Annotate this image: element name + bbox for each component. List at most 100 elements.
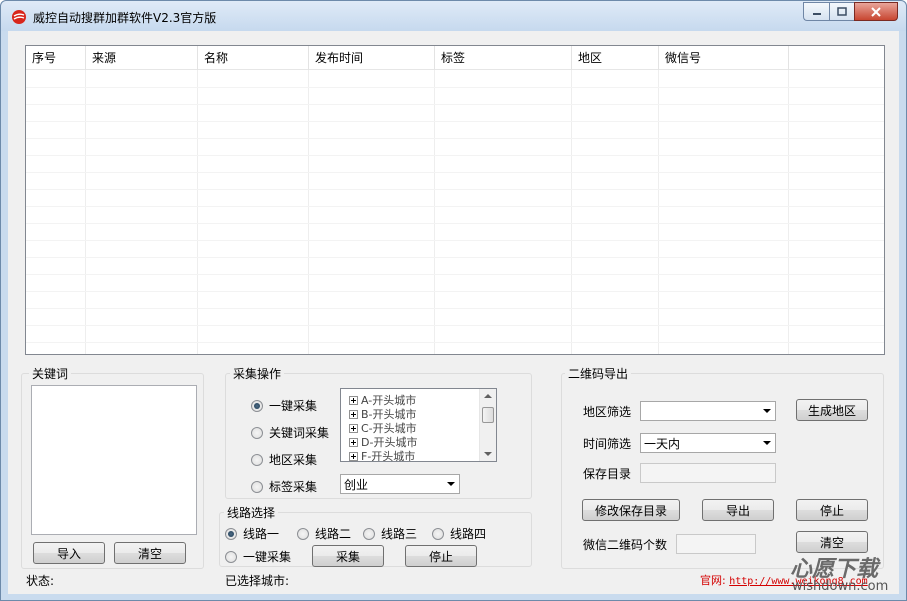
keywords-clear-button[interactable]: 清空	[114, 542, 186, 564]
column-header-publish-time[interactable]: 发布时间	[309, 46, 435, 70]
table-row-line	[26, 172, 884, 173]
table-column-line	[434, 70, 435, 354]
tree-scrollbar[interactable]	[479, 389, 496, 461]
column-header-tag[interactable]: 标签	[435, 46, 572, 70]
table-row-line	[26, 138, 884, 139]
chevron-down-icon	[447, 482, 455, 486]
time-filter-value: 一天内	[644, 436, 681, 451]
route-stop-button[interactable]: 停止	[405, 545, 477, 567]
official-site-label: 官网:	[700, 574, 726, 587]
radio-route-3[interactable]: 线路三	[363, 525, 417, 542]
city-tree[interactable]: A-开头城市 B-开头城市 C-开头城市 D-开头城市 F-开头城市	[340, 388, 497, 462]
region-filter-label: 地区筛选	[583, 405, 632, 419]
table-row-line	[26, 189, 884, 190]
chevron-down-icon	[763, 409, 771, 413]
expand-plus-icon[interactable]	[349, 409, 358, 419]
expand-plus-icon[interactable]	[349, 423, 358, 433]
collect-button[interactable]: 采集	[312, 545, 384, 567]
app-window: 威控自动搜群加群软件V2.3官方版 序号 来源 名称 发布时间 标签 地区 微信	[0, 0, 907, 601]
selected-city-label: 已选择城市:	[225, 574, 290, 588]
time-filter-select[interactable]: 一天内	[640, 433, 776, 453]
watermark-logo: 心愿下载 wishdown.com	[790, 551, 894, 597]
column-header-index[interactable]: 序号	[26, 46, 86, 70]
radio-label: 地区采集	[269, 453, 318, 467]
maximize-icon	[837, 7, 847, 16]
radio-label: 关键词采集	[269, 426, 330, 440]
table-row-line	[26, 121, 884, 122]
radio-icon	[225, 550, 237, 563]
client-area: 序号 来源 名称 发布时间 标签 地区 微信号 关键词 导入 清空 采集操作 一…	[8, 31, 899, 594]
radio-label: 线路一	[243, 527, 280, 541]
expand-plus-icon[interactable]	[349, 437, 358, 447]
table-row-line	[26, 223, 884, 224]
radio-label: 一键采集	[243, 550, 292, 564]
expand-plus-icon[interactable]	[349, 395, 358, 405]
keywords-group-label: 关键词	[29, 365, 72, 382]
table-header: 序号 来源 名称 发布时间 标签 地区 微信号	[26, 46, 884, 70]
table-row-line	[26, 342, 884, 343]
column-header-region[interactable]: 地区	[572, 46, 659, 70]
save-dir-field	[640, 463, 776, 483]
scroll-down-icon[interactable]	[484, 452, 492, 456]
tag-select-value: 创业	[344, 477, 369, 492]
radio-route-1[interactable]: 线路一	[225, 525, 279, 542]
radio-tag-collect[interactable]: 标签采集	[251, 478, 317, 495]
collect-group-label: 采集操作	[230, 365, 285, 382]
table-row-line	[26, 206, 884, 207]
export-button[interactable]: 导出	[702, 499, 774, 521]
table-row-line	[26, 308, 884, 309]
table-row-line	[26, 291, 884, 292]
column-header-wechat-id[interactable]: 微信号	[659, 46, 789, 70]
window-controls	[803, 2, 898, 21]
radio-route-4[interactable]: 线路四	[432, 525, 486, 542]
radio-region-collect[interactable]: 地区采集	[251, 451, 317, 468]
generate-region-button[interactable]: 生成地区	[796, 399, 868, 421]
minimize-button[interactable]	[803, 2, 829, 21]
close-button[interactable]	[854, 2, 898, 21]
table-row-line	[26, 257, 884, 258]
table-row-line	[26, 87, 884, 88]
qr-count-label: 微信二维码个数	[583, 538, 668, 552]
keywords-textarea[interactable]	[31, 385, 197, 535]
column-header-filler	[789, 46, 884, 70]
table-column-line	[85, 70, 86, 354]
qr-clear-button[interactable]: 清空	[796, 531, 868, 553]
table-column-line	[197, 70, 198, 354]
radio-keyword-collect[interactable]: 关键词采集	[251, 424, 329, 441]
qr-stop-button[interactable]: 停止	[796, 499, 868, 521]
radio-route-one-click[interactable]: 一键采集	[225, 548, 291, 565]
radio-icon	[251, 453, 263, 466]
tag-select[interactable]: 创业	[340, 474, 460, 494]
column-header-source[interactable]: 来源	[86, 46, 198, 70]
radio-label: 线路三	[381, 527, 418, 541]
import-button[interactable]: 导入	[33, 542, 105, 564]
qr-count-field	[676, 534, 756, 554]
table-column-line	[571, 70, 572, 354]
modify-save-dir-button[interactable]: 修改保存目录	[582, 499, 680, 521]
radio-icon	[297, 527, 309, 540]
radio-label: 一键采集	[269, 399, 318, 413]
table-row-line	[26, 240, 884, 241]
scroll-thumb[interactable]	[482, 407, 494, 423]
status-label: 状态:	[26, 574, 55, 588]
save-dir-label: 保存目录	[583, 467, 632, 481]
maximize-button[interactable]	[829, 2, 854, 21]
radio-one-click-collect[interactable]: 一键采集	[251, 397, 317, 414]
result-table[interactable]: 序号 来源 名称 发布时间 标签 地区 微信号	[25, 45, 885, 355]
radio-route-2[interactable]: 线路二	[297, 525, 351, 542]
column-header-name[interactable]: 名称	[198, 46, 309, 70]
table-row-line	[26, 104, 884, 105]
scroll-up-icon[interactable]	[484, 394, 492, 398]
radio-selected-icon	[225, 527, 237, 540]
table-row-line	[26, 274, 884, 275]
tree-item[interactable]: F-开头城市	[349, 448, 415, 461]
expand-plus-icon[interactable]	[349, 451, 358, 461]
region-filter-select[interactable]	[640, 401, 776, 421]
table-row-line	[26, 325, 884, 326]
title-bar[interactable]: 威控自动搜群加群软件V2.3官方版	[1, 1, 906, 31]
minimize-icon	[812, 12, 821, 15]
watermark-subtext: wishdown.com	[792, 579, 889, 594]
table-body	[26, 70, 884, 354]
table-column-line	[788, 70, 789, 354]
radio-label: 线路四	[450, 527, 487, 541]
